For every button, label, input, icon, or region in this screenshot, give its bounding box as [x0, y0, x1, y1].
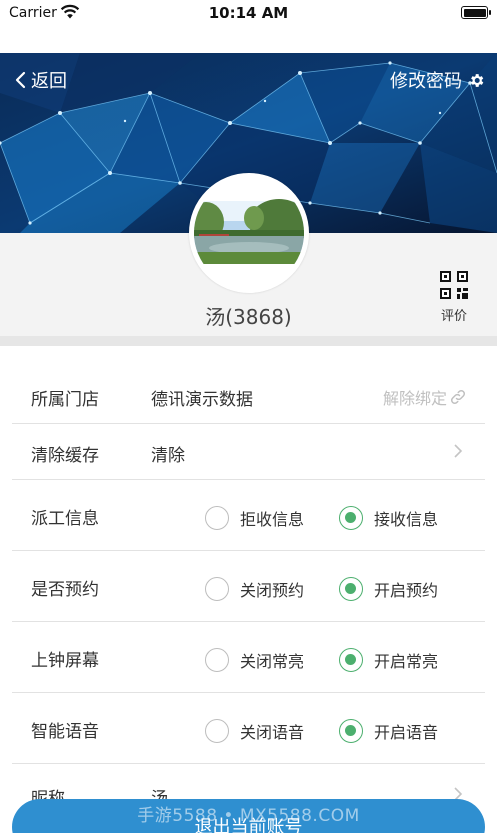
voice-label: 智能语音	[31, 722, 99, 742]
dispatch-accept-option[interactable]: 接收信息	[339, 506, 438, 530]
dispatch-label: 派工信息	[31, 509, 99, 529]
booking-label: 是否预约	[31, 580, 99, 600]
booking-on-label: 开启预约	[374, 581, 439, 600]
dispatch-accept-label: 接收信息	[374, 510, 439, 529]
dispatch-reject-option[interactable]: 拒收信息	[205, 506, 304, 530]
change-password-label: 修改密码	[390, 71, 462, 92]
chevron-left-icon	[15, 71, 26, 89]
status-bar: Carrier 10:14 AM	[0, 0, 497, 28]
qr-code-icon	[440, 271, 468, 299]
clear-cache-value: 清除	[151, 446, 185, 466]
voice-off-option[interactable]: 关闭语音	[205, 719, 304, 743]
back-label: 返回	[31, 71, 67, 92]
dispatch-reject-label: 拒收信息	[240, 510, 305, 529]
screen-off-label: 关闭常亮	[240, 652, 305, 671]
store-value: 德讯演示数据	[151, 390, 253, 410]
booking-on-radio[interactable]	[339, 577, 363, 601]
dispatch-reject-radio[interactable]	[205, 506, 229, 530]
change-password-button[interactable]: 修改密码	[390, 67, 485, 93]
avatar[interactable]	[189, 173, 309, 293]
row-screen: 上钟屏幕 关闭常亮 开启常亮	[12, 622, 485, 693]
screen-on-label: 开启常亮	[374, 652, 439, 671]
screen-on-radio[interactable]	[339, 648, 363, 672]
back-button[interactable]: 返回	[15, 67, 67, 93]
settings-list: 所属门店 德讯演示数据 解除绑定 清除缓存 清除 派工信息 拒收信息 接收信息 …	[12, 346, 485, 824]
row-store: 所属门店 德讯演示数据 解除绑定	[12, 346, 485, 424]
clock: 10:14 AM	[208, 4, 289, 22]
screen-off-radio[interactable]	[205, 648, 229, 672]
voice-on-radio[interactable]	[339, 719, 363, 743]
unbind-label: 解除绑定	[382, 389, 447, 408]
row-dispatch: 派工信息 拒收信息 接收信息	[12, 480, 485, 551]
link-icon	[450, 389, 466, 405]
rating-button[interactable]: 评价	[432, 270, 476, 324]
rating-label: 评价	[440, 309, 467, 324]
username: 汤(3868)	[205, 305, 292, 329]
booking-off-radio[interactable]	[205, 577, 229, 601]
section-divider	[0, 336, 497, 346]
voice-on-label: 开启语音	[374, 723, 439, 742]
watermark: 手游5588 • MX5588.COM	[137, 806, 360, 826]
chevron-right-icon	[454, 444, 463, 458]
voice-off-radio[interactable]	[205, 719, 229, 743]
screen-on-option[interactable]: 开启常亮	[339, 648, 438, 672]
avatar-landscape-image	[194, 178, 304, 288]
row-clear-cache[interactable]: 清除缓存 清除	[12, 424, 485, 480]
dispatch-accept-radio[interactable]	[339, 506, 363, 530]
booking-on-option[interactable]: 开启预约	[339, 577, 438, 601]
screen-label: 上钟屏幕	[31, 651, 99, 671]
store-label: 所属门店	[31, 390, 99, 410]
clear-cache-label: 清除缓存	[31, 446, 99, 466]
battery-icon	[461, 6, 491, 19]
screen-off-option[interactable]: 关闭常亮	[205, 648, 304, 672]
row-voice: 智能语音 关闭语音 开启语音	[12, 693, 485, 764]
row-booking: 是否预约 关闭预约 开启预约	[12, 551, 485, 622]
unbind-button[interactable]: 解除绑定	[383, 385, 467, 409]
booking-off-label: 关闭预约	[240, 581, 305, 600]
gear-icon	[471, 73, 484, 87]
voice-on-option[interactable]: 开启语音	[339, 719, 438, 743]
voice-off-label: 关闭语音	[240, 723, 305, 742]
booking-off-option[interactable]: 关闭预约	[205, 577, 304, 601]
